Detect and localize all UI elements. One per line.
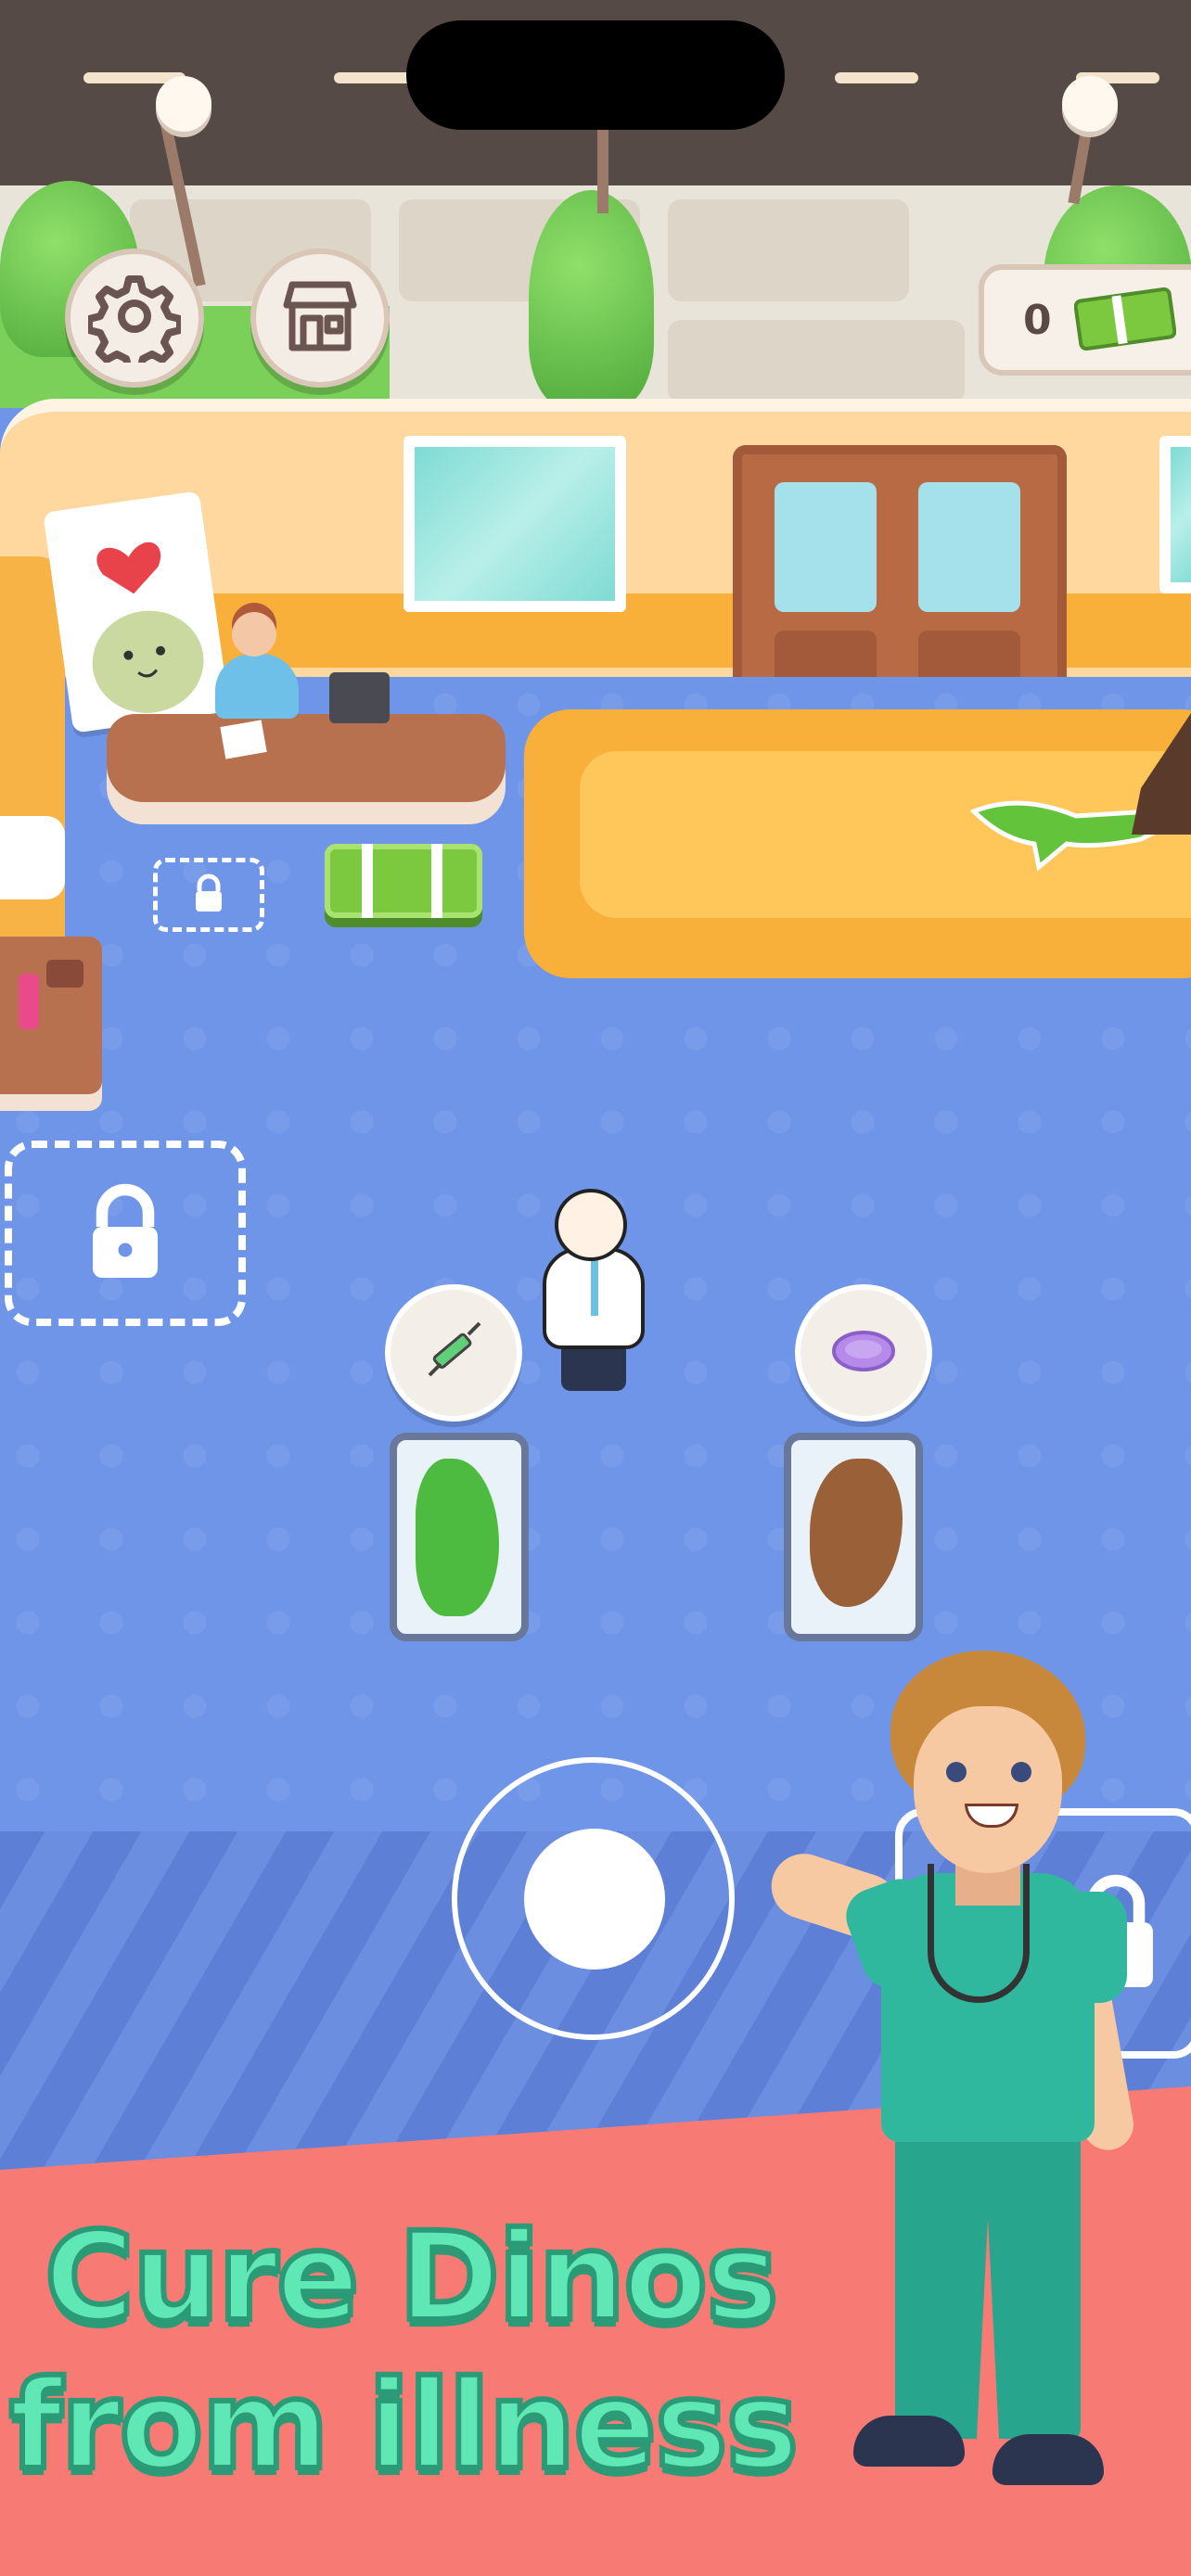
receptionist-head	[232, 612, 276, 657]
lock-icon	[188, 873, 229, 917]
reception-computer	[329, 672, 390, 723]
cash-pickup[interactable]	[325, 844, 482, 918]
bush	[529, 190, 654, 408]
vet-face	[914, 1706, 1062, 1873]
shop-icon	[274, 270, 366, 366]
supply-shelf	[0, 937, 102, 1094]
device-notch	[406, 20, 785, 130]
player-head	[555, 1189, 627, 1261]
sink	[0, 816, 65, 899]
patient-brown-dino[interactable]	[810, 1459, 903, 1607]
reception-desk	[107, 714, 506, 802]
tagline-line-1: Cure Dinos	[42, 2206, 781, 2349]
paving-tile	[668, 320, 965, 403]
treatment-bed-2[interactable]	[784, 1433, 923, 1641]
treatment-bed-1[interactable]	[390, 1433, 529, 1641]
gear-icon	[85, 270, 184, 374]
settings-button[interactable]	[65, 249, 204, 388]
locked-zone-large[interactable]	[5, 1141, 246, 1326]
street-lamp	[156, 76, 211, 132]
clinic-door	[733, 445, 1067, 695]
dino-poster	[43, 491, 230, 733]
shop-button[interactable]	[250, 249, 390, 388]
lock-icon	[74, 1180, 176, 1286]
clinic-window	[1159, 436, 1191, 593]
receptionist	[215, 654, 299, 719]
cash-value: 0	[1023, 296, 1052, 344]
paving-tile	[668, 199, 909, 301]
street-lamp	[1062, 76, 1118, 132]
vet-eye	[1011, 1762, 1031, 1782]
patient-green-dino[interactable]	[416, 1459, 499, 1616]
soap-icon	[826, 1323, 901, 1383]
treatment-bubble-syringe[interactable]	[385, 1284, 522, 1422]
cash-counter: 0	[979, 264, 1191, 376]
syringe-icon	[416, 1314, 491, 1392]
vet-shoe-left	[853, 2416, 965, 2467]
joystick-knob[interactable]	[524, 1829, 665, 1970]
player-doctor	[543, 1247, 645, 1349]
road-marking	[835, 72, 918, 83]
locked-zone-small[interactable]	[153, 858, 264, 932]
vet-shoe-right	[992, 2434, 1104, 2485]
cash-icon	[1073, 286, 1176, 354]
vet-eye	[946, 1762, 967, 1782]
treatment-bubble-soap[interactable]	[795, 1284, 932, 1422]
clinic-window	[403, 436, 626, 612]
tagline-line-2: from illness	[6, 2354, 801, 2497]
waiting-dino-brown	[1113, 705, 1191, 835]
